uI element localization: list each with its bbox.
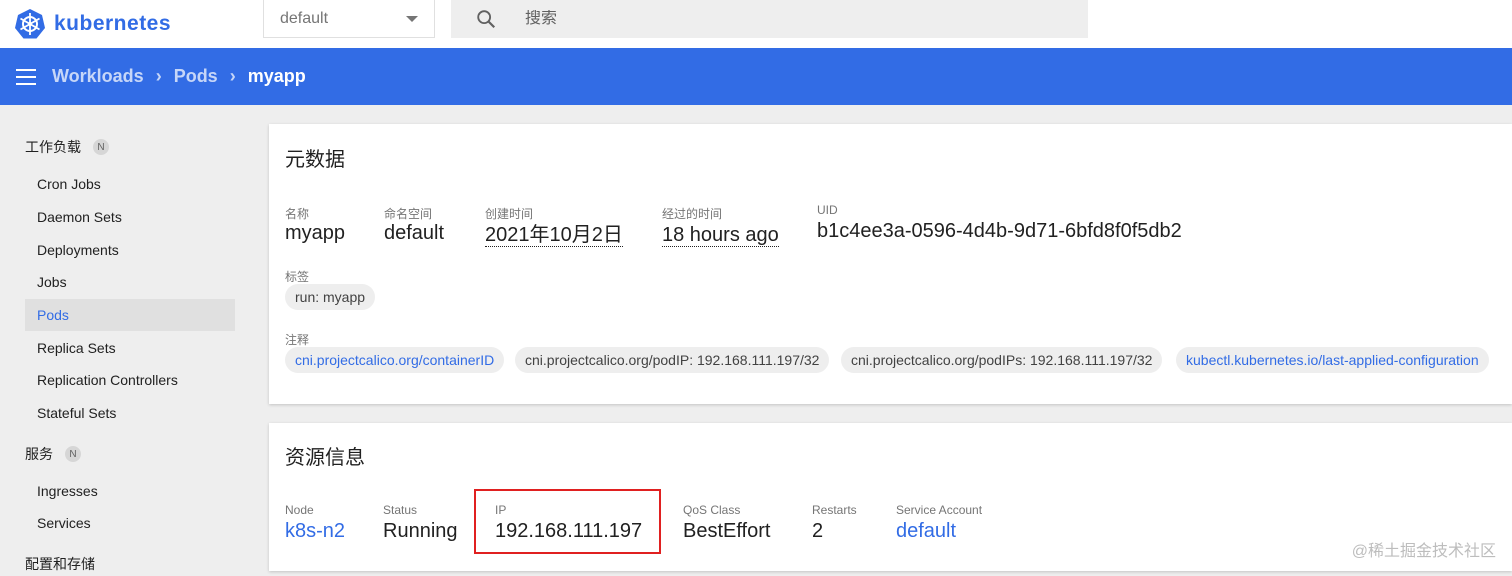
annotation-chip-pod-ip: cni.projectcalico.org/podIP: 192.168.111…: [515, 347, 830, 373]
namespace-badge: N: [65, 446, 81, 462]
field-label-service-account: Service Account: [896, 503, 983, 517]
annotation-chip-pod-ips: cni.projectcalico.org/podIPs: 192.168.11…: [841, 347, 1163, 373]
logo-text: kubernetes: [54, 12, 172, 35]
sidebar-section-label: 工作负载: [25, 139, 81, 155]
top-bar: kubernetes default: [0, 0, 1512, 48]
breadcrumb-workloads[interactable]: Workloads: [52, 66, 144, 87]
field-label-uid: UID: [817, 203, 838, 217]
sidebar-item-stateful-sets[interactable]: Stateful Sets: [25, 397, 235, 429]
search-icon: [477, 10, 496, 29]
namespace-badge: N: [93, 139, 109, 155]
sidebar-section-config-storage[interactable]: 配置和存储: [25, 554, 95, 574]
card-title: 资源信息: [285, 447, 365, 469]
annotation-chip-container-id[interactable]: cni.projectcalico.org/containerID: [285, 347, 505, 373]
chevron-down-icon: [406, 16, 418, 22]
field-label-namespace: 命名空间: [384, 207, 433, 221]
sidebar-item-cron-jobs[interactable]: Cron Jobs: [25, 168, 235, 200]
resource-info-card: 资源信息 Node k8s-n2 Status Running IP 192.1…: [269, 423, 1512, 571]
field-label-age: 经过的时间: [662, 207, 723, 221]
sidebar: 工作负载 N Cron Jobs Daemon Sets Deployments…: [0, 105, 250, 576]
field-label-node: Node: [285, 503, 314, 517]
card-title: 元数据: [285, 149, 345, 171]
namespace-select[interactable]: default: [263, 0, 435, 38]
breadcrumb-current: myapp: [247, 66, 306, 86]
sidebar-item-ingresses[interactable]: Ingresses: [25, 475, 235, 507]
logo[interactable]: kubernetes: [14, 8, 254, 40]
sidebar-section-label: 服务: [25, 446, 53, 462]
field-value-namespace: default: [384, 222, 445, 244]
sidebar-section-workloads[interactable]: 工作负载 N: [25, 137, 109, 157]
ip-highlight-box: [474, 489, 661, 554]
sidebar-item-deployments[interactable]: Deployments: [25, 234, 235, 266]
field-value-service-account[interactable]: default: [896, 520, 956, 543]
annotations-title: 注释: [285, 333, 310, 347]
watermark: @稀土掘金技术社区: [1351, 543, 1496, 560]
field-label-created: 创建时间: [485, 207, 534, 221]
field-value-created[interactable]: 2021年10月2日: [485, 224, 623, 247]
breadcrumb: Workloads › Pods › myapp: [52, 66, 306, 87]
field-value-status: Running: [383, 520, 458, 542]
sidebar-section-label: 配置和存储: [25, 556, 95, 572]
field-value-uid: b1c4ee3a-0596-4d4b-9d71-6bfd8f0f5db2: [817, 220, 1182, 242]
search-input[interactable]: [525, 10, 1025, 28]
sidebar-item-replication-controllers[interactable]: Replication Controllers: [25, 364, 235, 396]
sidebar-item-replica-sets[interactable]: Replica Sets: [25, 332, 235, 364]
label-chip: run: myapp: [285, 284, 376, 310]
field-value-qos: BestEffort: [683, 520, 771, 542]
sidebar-item-services[interactable]: Services: [25, 507, 235, 539]
chevron-right-icon: ›: [229, 66, 236, 86]
search-bar[interactable]: [451, 0, 1088, 38]
kubernetes-logo-icon: [15, 9, 45, 39]
chevron-right-icon: ›: [155, 66, 162, 86]
field-label-status: Status: [383, 503, 418, 517]
app-bar: Workloads › Pods › myapp: [0, 48, 1512, 105]
field-value-restarts: 2: [812, 520, 824, 542]
annotation-chip-last-applied[interactable]: kubectl.kubernetes.io/last-applied-confi…: [1176, 347, 1489, 373]
field-value-age[interactable]: 18 hours ago: [662, 224, 779, 247]
sidebar-item-daemon-sets[interactable]: Daemon Sets: [25, 201, 235, 233]
sidebar-section-services[interactable]: 服务 N: [25, 444, 81, 464]
field-value-name: myapp: [285, 222, 346, 244]
menu-icon[interactable]: [16, 68, 36, 85]
breadcrumb-pods[interactable]: Pods: [174, 66, 218, 87]
field-label-restarts: Restarts: [812, 503, 857, 517]
labels-title: 标签: [285, 270, 310, 284]
field-value-node[interactable]: k8s-n2: [285, 520, 345, 543]
field-label-name: 名称: [285, 207, 310, 221]
field-label-qos: QoS Class: [683, 503, 741, 517]
sidebar-item-pods[interactable]: Pods: [25, 299, 235, 331]
metadata-card: 元数据 名称 myapp 命名空间 default 创建时间 2021年10月2…: [269, 124, 1512, 404]
namespace-value: default: [280, 9, 329, 27]
sidebar-item-jobs[interactable]: Jobs: [25, 266, 235, 298]
